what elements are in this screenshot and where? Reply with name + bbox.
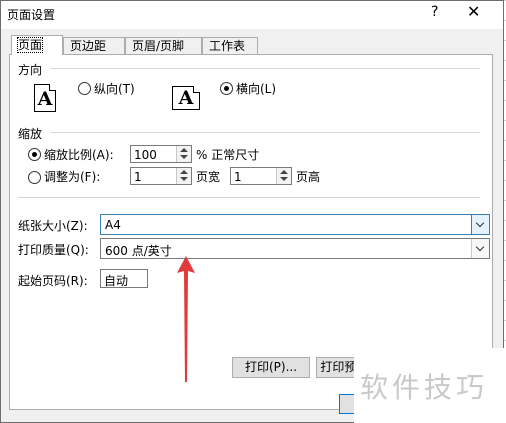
chevron-down-icon[interactable] [471,239,489,258]
fit-to-radio[interactable] [28,171,41,184]
landscape-label: 横向(L) [236,82,277,96]
print-quality-label: 打印质量(Q): [18,243,89,257]
scaling-divider [50,132,480,133]
landscape-radio[interactable] [220,82,233,95]
first-page-number-input[interactable]: 自动 [100,269,148,288]
annotation-arrow-icon [177,256,195,382]
help-icon[interactable]: ? [431,4,438,20]
fit-tall-suffix: 页高 [296,170,321,184]
tab-sheet[interactable]: 工作表 [202,37,258,54]
tab-margins[interactable]: 页边距 [63,37,125,54]
fit-to-label: 调整为(F): [44,170,101,184]
close-icon[interactable]: ✕ [467,2,480,21]
print-button[interactable]: 打印(P)... [232,357,310,378]
print-quality-select[interactable]: 600 点/英寸 [100,238,490,259]
scaling-heading: 缩放 [18,127,43,141]
spin-up-icon[interactable] [180,148,188,152]
tab-page[interactable]: 页面 [11,35,63,55]
fit-tall-spinner[interactable]: 1 [230,167,292,185]
dialog-title: 页面设置 [7,8,56,22]
paper-size-select[interactable]: A4 [100,214,490,235]
scaling-bottom-divider [18,197,480,198]
spin-up-icon[interactable] [280,170,288,174]
adjust-to-suffix: % 正常尺寸 [196,148,260,162]
landscape-page-icon: A [172,86,200,110]
tab-header-footer[interactable]: 页眉/页脚 [125,37,202,54]
spin-down-icon[interactable] [180,155,188,159]
adjust-to-spinner[interactable]: 100 [130,145,192,163]
first-page-number-label: 起始页码(R): [18,274,88,288]
spin-up-icon[interactable] [180,170,188,174]
portrait-page-icon: A [34,84,56,112]
watermark: 软件技巧 [354,348,506,423]
orientation-divider [50,68,480,69]
title-bar: 页面设置 ? ✕ [1,1,503,29]
fit-wide-spinner[interactable]: 1 [130,167,192,185]
spin-down-icon[interactable] [180,177,188,181]
watermark-text: 软件技巧 [360,371,489,404]
portrait-radio[interactable] [78,82,91,95]
adjust-to-label: 缩放比例(A): [44,148,114,162]
chevron-down-icon[interactable] [471,215,489,234]
portrait-label: 纵向(T) [94,82,135,96]
fit-wide-suffix: 页宽 [196,170,221,184]
paper-size-label: 纸张大小(Z): [18,219,88,233]
adjust-to-radio[interactable] [28,148,41,161]
spin-down-icon[interactable] [280,177,288,181]
orientation-heading: 方向 [18,63,43,77]
